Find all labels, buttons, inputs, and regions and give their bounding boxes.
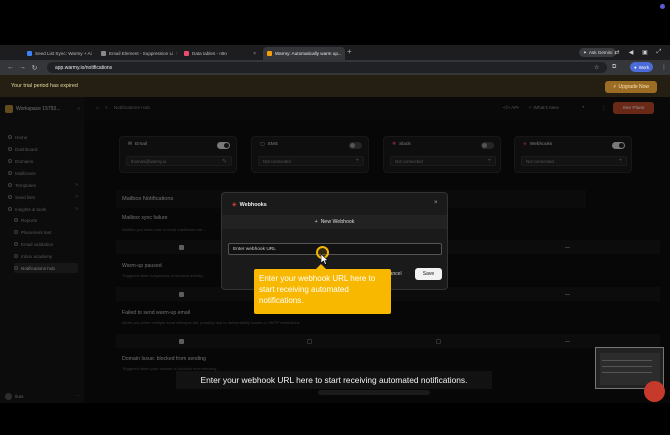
favicon-icon — [101, 51, 106, 56]
webhook-url-input[interactable]: Enter webhook URL — [228, 243, 442, 255]
back-icon[interactable]: ← — [6, 63, 15, 72]
close-tab-icon[interactable]: × — [253, 51, 256, 57]
caption-text: Enter your webhook URL here to start rec… — [200, 375, 468, 385]
upgrade-label: Upgrade Now — [618, 84, 650, 90]
upgrade-icon: ⚡ — [612, 84, 617, 90]
close-icon[interactable]: × — [434, 200, 438, 206]
ask-gemini-label: Ask Gemini — [588, 50, 613, 55]
webhook-url-placeholder: Enter webhook URL — [233, 246, 276, 252]
plus-icon: + — [314, 219, 318, 225]
caption-progress-bar — [318, 390, 430, 395]
callout-text: Enter your webhook URL here to start rec… — [259, 274, 376, 305]
profile-label: Work — [638, 64, 650, 70]
thumbnail-preview — [600, 353, 660, 385]
extensions-icon[interactable]: ⧉ — [612, 64, 616, 71]
browser-tab-active[interactable]: Warmy: Automatically warm up... × — [263, 47, 345, 60]
browser-menu-icon[interactable]: ⋮ — [659, 62, 669, 72]
tab-label: Seed List Sync: Warmy + Ai — [35, 51, 92, 56]
browser-tab[interactable]: Data tables - n8n × — [180, 47, 260, 60]
thumbnail-line — [602, 360, 652, 361]
browser-toolbar: ← → ↻ app.warmy.io/notifications ☆ ⧉ — [0, 60, 670, 75]
volume-icon[interactable]: ◀ — [626, 47, 636, 57]
webhook-icon: ◈ — [232, 202, 237, 208]
save-label: Save — [422, 271, 435, 277]
browser-tab-bar: Seed List Sync: Warmy + Ai × Email Eleme… — [0, 45, 670, 60]
modal-title: ◈ Webhooks — [232, 201, 267, 209]
thumbnail-line — [602, 366, 652, 367]
presenter-avatar — [644, 381, 665, 402]
address-bar[interactable]: app.warmy.io/notifications — [47, 62, 607, 73]
extension-icon[interactable]: ▣ — [640, 47, 650, 57]
ask-gemini-button[interactable]: ✦ Ask Gemini — [579, 48, 617, 57]
forward-icon[interactable]: → — [18, 63, 27, 72]
tab-label: Warmy: Automatically warm up... — [275, 51, 342, 56]
modal-title-text: Webhooks — [239, 201, 267, 208]
trial-banner: Your trial period has expired — [0, 75, 670, 97]
browser-tab[interactable]: Email Element - Suppression Li × — [97, 47, 177, 60]
expand-icon[interactable]: ⤢ — [654, 47, 664, 57]
link-icon[interactable]: ⇄ — [612, 47, 622, 57]
tutorial-callout: Enter your webhook URL here to start rec… — [254, 264, 391, 314]
favicon-icon — [184, 51, 189, 56]
browser-tab[interactable]: Seed List Sync: Warmy + Ai × — [23, 47, 95, 60]
favicon-icon — [267, 51, 272, 56]
close-tab-icon[interactable]: × — [176, 51, 177, 57]
address-text: app.warmy.io/notifications — [55, 64, 113, 71]
tab-label: Email Element - Suppression Li — [109, 51, 174, 56]
favicon-icon — [27, 51, 32, 56]
save-button[interactable]: Save — [415, 268, 442, 280]
trial-text: Your trial period has expired — [11, 83, 78, 89]
upgrade-now-button[interactable]: ⚡ Upgrade Now — [605, 81, 657, 93]
thumbnail-line — [602, 372, 652, 373]
new-webhook-button[interactable]: + New Webhook — [222, 215, 447, 229]
recording-indicator — [660, 4, 665, 9]
new-tab-button[interactable]: + — [347, 47, 352, 56]
profile-icon: ● — [634, 64, 637, 70]
tab-label: Data tables - n8n — [192, 51, 227, 56]
new-webhook-label: New Webhook — [320, 219, 355, 225]
sparkle-icon: ✦ — [583, 49, 587, 55]
bookmark-star-icon[interactable]: ☆ — [594, 64, 599, 71]
profile-button[interactable]: ● Work — [630, 62, 654, 72]
video-caption: Enter your webhook URL here to start rec… — [176, 371, 492, 389]
reload-icon[interactable]: ↻ — [30, 63, 39, 72]
